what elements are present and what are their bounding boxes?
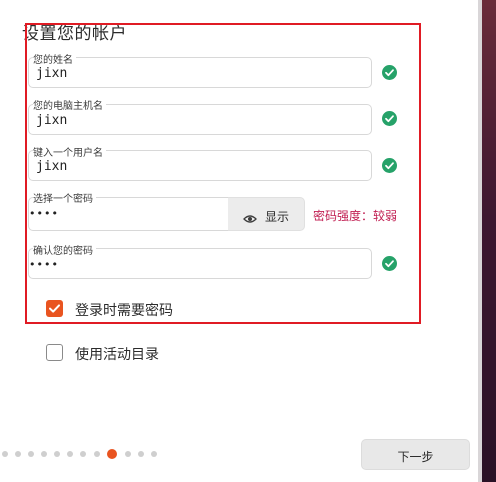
computer-name-value: jixn [36,113,68,128]
progress-dot-active [107,449,117,459]
computer-name-label: 您的电脑主机名 [33,97,106,112]
password-strength: 密码强度：较弱 [313,209,398,223]
active-directory-checkbox[interactable] [46,344,63,361]
password-label: 选择一个密码 [33,190,96,205]
check-circle-icon [382,158,397,173]
next-button-label: 下一步 [397,450,434,464]
check-circle-icon [382,256,397,271]
progress-dot [94,451,100,457]
next-button[interactable]: 下一步 [361,439,470,470]
progress-dot [28,451,34,457]
name-field[interactable]: jixn [28,57,372,88]
name-value: jixn [36,66,68,81]
progress-dot [2,451,8,457]
check-circle-icon [382,65,397,80]
progress-dot [67,451,73,457]
check-circle-icon [382,111,397,126]
username-label: 键入一个用户名 [33,144,106,159]
progress-dot [138,451,144,457]
active-directory-label: 使用活动目录 [75,347,159,363]
progress-dot [151,451,157,457]
checkmark-icon [49,304,60,313]
require-password-label: 登录时需要密码 [75,303,173,319]
username-value: jixn [36,159,68,174]
progress-dot [125,451,131,457]
page-title: 设置您的帐户 [22,24,127,44]
desktop-background [482,0,496,482]
eye-icon [243,209,257,228]
require-password-checkbox[interactable] [46,300,63,317]
show-password-button[interactable]: 显示 [228,197,305,231]
progress-dot [54,451,60,457]
password-value: •••• [29,207,59,220]
progress-dot [15,451,21,457]
confirm-password-label: 确认您的密码 [33,242,96,257]
progress-dot [41,451,47,457]
progress-dot [80,451,86,457]
name-label: 您的姓名 [33,51,76,66]
confirm-password-value: •••• [29,258,59,271]
show-password-label: 显示 [265,210,290,224]
